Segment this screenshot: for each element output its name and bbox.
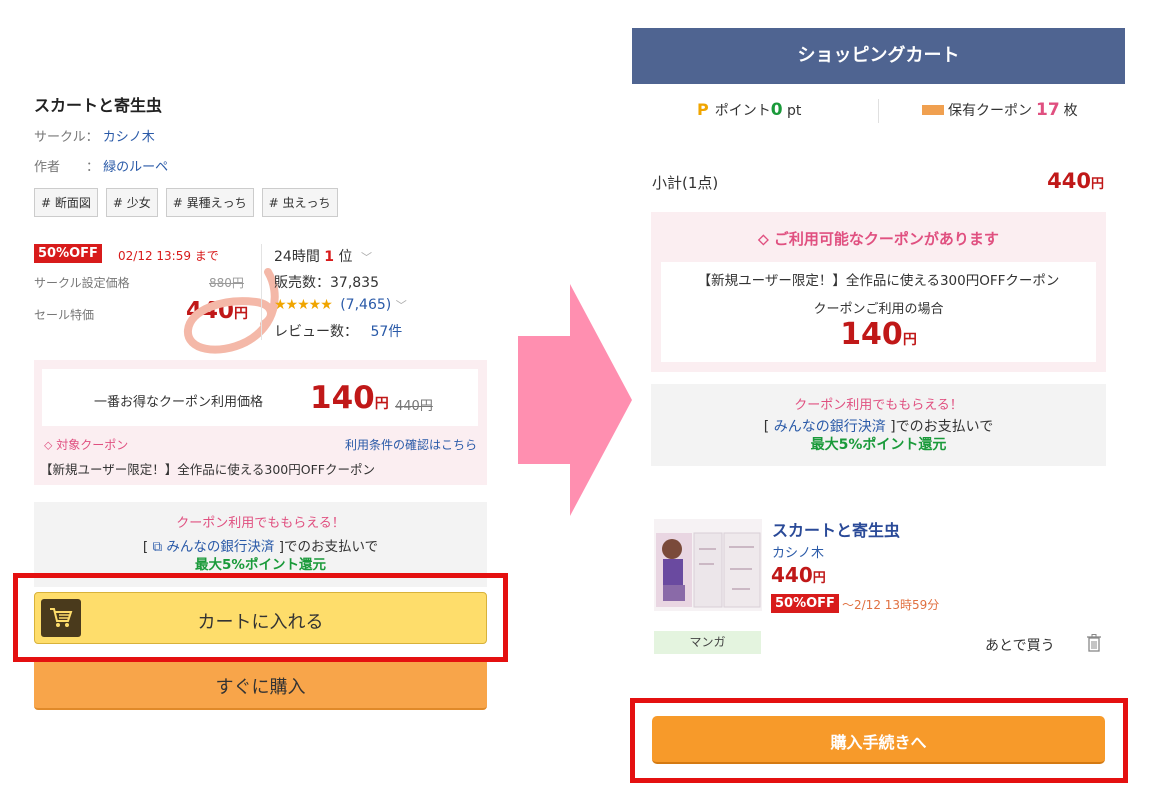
subtotal-value: 440円 xyxy=(1047,169,1104,193)
bank-promo-box: クーポン利用でももらえる！ [ みんなの銀行決済 ]でのお支払いで 最大5%ポイ… xyxy=(651,384,1106,466)
bank-points-return: 最大5%ポイント還元 xyxy=(195,557,326,573)
review-count-row: レビュー数： 57件 xyxy=(274,321,402,341)
coupons-label: 保有クーポン xyxy=(948,103,1032,119)
coupon-tag-icon: ⬦ xyxy=(44,438,53,452)
sale-until: 02/12 13:59 まで xyxy=(118,249,219,263)
points-unit: pt xyxy=(787,103,802,119)
sale-badge: 50%OFF xyxy=(771,594,839,613)
buy-now-button[interactable]: すぐに購入 xyxy=(34,660,487,710)
ticket-icon xyxy=(922,105,944,115)
highlight-frame xyxy=(13,573,508,662)
cart-item-circle[interactable]: カシノ木 xyxy=(772,542,824,561)
chevron-down-icon: ﹀ xyxy=(395,299,407,312)
bracket-open: [ xyxy=(763,419,774,435)
product-thumbnail[interactable] xyxy=(654,519,762,611)
best-coupon-label: 一番お得なクーポン利用価格 xyxy=(94,395,264,410)
best-coupon-price-card: 一番お得なクーポン利用価格 140円 440円 xyxy=(42,369,478,426)
best-coupon-old-price: 440円 xyxy=(395,399,433,414)
subtotal-amount: 440 xyxy=(1047,169,1091,193)
rank-number: 1 xyxy=(324,249,335,265)
tag-item[interactable]: # 異種えっち xyxy=(165,188,254,217)
coupon-tag-icon: ⬦ xyxy=(758,230,774,248)
author-label: 作者 ： xyxy=(34,160,100,175)
author-link[interactable]: 緑のルーペ xyxy=(103,160,168,175)
rank-prefix: 24時間 xyxy=(274,249,320,265)
sales-count: 販売数：37,835 xyxy=(274,275,379,291)
author-row: 作者 ： 緑のルーペ xyxy=(34,156,168,175)
reviews-link[interactable]: 57件 xyxy=(370,324,402,340)
cart-item-title[interactable]: スカートと寄生虫 xyxy=(772,517,900,541)
cart-item-price-value: 440 xyxy=(771,563,813,587)
sale-until: ～2/12 13時59分 xyxy=(842,598,940,612)
available-coupon-title: ⬦ ご利用可能なクーポンがあります xyxy=(651,228,1106,249)
rating-count: (7,465) xyxy=(340,297,392,313)
bank-promo-text: [ みんなの銀行決済 ]でのお支払いで xyxy=(651,416,1106,436)
subtotal-label: 小計(1点) xyxy=(652,174,719,192)
coupon-balance[interactable]: 保有クーポン 17 枚 xyxy=(922,100,1078,120)
cart-item-price: 440円 xyxy=(771,563,826,587)
target-coupon-text: 対象クーポン xyxy=(56,438,129,452)
bank-text-suffix: ]でのお支払いで xyxy=(885,419,994,435)
coupons-value: 17 xyxy=(1036,100,1060,120)
coupon-price: 140円 xyxy=(661,317,1096,352)
divider xyxy=(878,99,879,123)
reviews-label: レビュー数： xyxy=(274,324,358,340)
yen-unit: 円 xyxy=(902,332,917,348)
circle-price-label: サークル設定価格 xyxy=(34,276,130,290)
bank-points-return: 最大5%ポイント還元 xyxy=(810,437,947,453)
yen-unit: 円 xyxy=(812,571,826,586)
best-coupon-price-value: 140 xyxy=(310,380,375,416)
tag-item[interactable]: # 断面図 xyxy=(34,188,98,217)
circle-label: サークル： xyxy=(34,130,99,145)
bank-promo-headline: クーポン利用でももらえる！ xyxy=(176,516,345,531)
cart-header: ショッピングカート xyxy=(632,28,1125,84)
coupon-card[interactable]: 【新規ユーザー限定！】全作品に使える300円OFFクーポン クーポンご利用の場合… xyxy=(661,262,1096,362)
points-label: ポイント xyxy=(714,103,771,119)
terms-link[interactable]: 利用条件の確認はこちら xyxy=(345,436,477,453)
yen-unit: 円 xyxy=(1090,177,1104,192)
available-coupon-box: ⬦ ご利用可能なクーポンがあります 【新規ユーザー限定！】全作品に使える300円… xyxy=(651,212,1106,372)
best-coupon-box: 一番お得なクーポン利用価格 140円 440円 ⬦ 対象クーポン 利用条件の確認… xyxy=(34,360,487,485)
rank-suffix: 位 xyxy=(338,249,353,265)
available-coupon-text: ご利用可能なクーポンがあります xyxy=(773,230,999,248)
rating[interactable]: ★★★★★ (7,465) ﹀ xyxy=(274,297,407,313)
circle-link[interactable]: カシノ木 xyxy=(103,130,155,145)
circle-row: サークル： カシノ木 xyxy=(34,126,155,145)
trash-icon[interactable] xyxy=(1087,634,1101,652)
product-title: スカートと寄生虫 xyxy=(34,96,163,115)
genre-badge: マンガ xyxy=(654,631,761,654)
bank-link[interactable]: みんなの銀行決済 xyxy=(774,419,886,435)
points-value: 0 xyxy=(770,100,783,120)
right-arrow xyxy=(518,284,632,516)
tag-item[interactable]: # 少女 xyxy=(105,188,158,217)
sale-price-label: セール特価 xyxy=(34,308,95,322)
coupon-price-value: 140 xyxy=(840,317,903,352)
chevron-down-icon: ﹀ xyxy=(360,251,372,264)
star-rating-icon: ★★★★★ xyxy=(274,297,333,313)
coupons-unit: 枚 xyxy=(1063,103,1078,119)
bank-promo-text: [ ⧉ みんなの銀行決済 ]でのお支払いで xyxy=(34,535,487,555)
buy-now-label: すぐに購入 xyxy=(215,677,306,698)
coupon-description: 【新規ユーザー限定！】全作品に使える300円OFFクーポン xyxy=(697,273,1060,289)
coupon-use-label: クーポンご利用の場合 xyxy=(813,302,944,317)
points-icon: P xyxy=(697,100,709,119)
target-coupon-label: ⬦ 対象クーポン xyxy=(44,436,128,453)
best-coupon-price: 140円 xyxy=(310,380,389,416)
coupon-description: 【新規ユーザー限定！】全作品に使える300円OFFクーポン xyxy=(40,462,375,477)
points-balance: P ポイント0 pt xyxy=(697,100,801,120)
divider xyxy=(261,244,262,340)
yen-unit: 円 xyxy=(374,396,389,412)
sale-badge: 50%OFF xyxy=(34,244,102,263)
tag-item[interactable]: # 虫えっち xyxy=(261,188,338,217)
product-detail-panel: スカートと寄生虫 サークル： カシノ木 作者 ： 緑のルーペ # 断面図 # 少… xyxy=(0,0,520,800)
bank-promo-headline: クーポン利用でももらえる！ xyxy=(794,398,963,413)
highlight-frame xyxy=(630,698,1128,783)
ranking[interactable]: 24時間 1 位 ﹀ xyxy=(274,246,372,266)
hand-drawn-circle-mark xyxy=(184,268,279,354)
save-for-later-link[interactable]: あとで買う xyxy=(985,635,1055,655)
tag-list: # 断面図 # 少女 # 異種えっち # 虫えっち xyxy=(34,188,338,217)
